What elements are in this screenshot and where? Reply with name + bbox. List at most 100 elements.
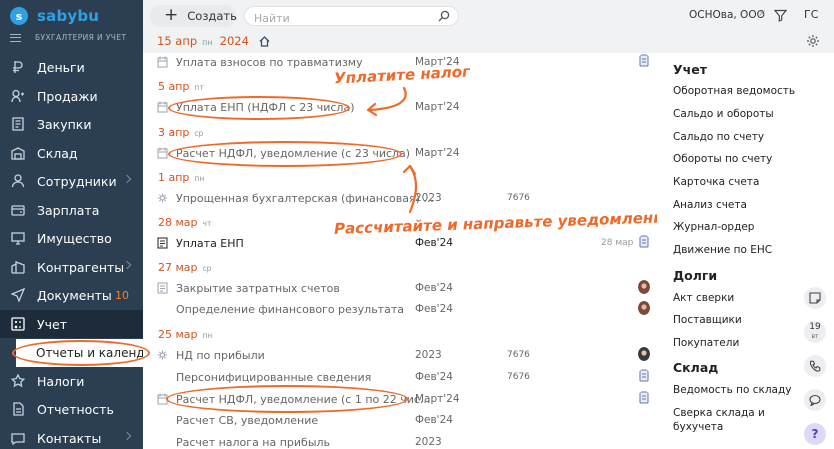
date-group-header: 28 мар чт [158,216,212,229]
create-button[interactable]: + Создать [150,4,237,27]
sidebar-item-taxes[interactable]: Налоги [0,367,143,395]
employees-icon [11,174,25,188]
list-item[interactable]: Закрытие затратных счетов Фев'24 [143,279,657,297]
current-weekday: пн [202,38,213,47]
chevron-right-icon[interactable] [122,431,132,441]
annotation-arrows [366,86,418,214]
chat-button[interactable] [804,389,826,411]
highlight-ring [12,340,150,366]
document-icon [157,282,168,294]
highlight-ring [168,96,350,120]
notes-button[interactable] [804,287,826,309]
list-item[interactable]: Персонифицированные сведения Фев'24 7676 [143,368,657,386]
contacts-icon [11,431,25,445]
list-item[interactable]: Определение финансового результата Фев'2… [143,300,657,318]
accounting-section-title: Учет [673,62,707,77]
report-gear-icon [158,350,167,360]
user-initials[interactable]: ГС [804,8,818,21]
sidebar-item-warehouse[interactable]: Склад [0,139,143,167]
sidebar-item-sales[interactable]: Продажи [0,82,143,110]
date-group-header: 27 мар ср [158,261,212,274]
documents-count-badge: 10 [115,288,129,302]
sidebar-item-accounting[interactable]: Учет [0,310,143,338]
document-status-icon [639,391,649,404]
taxes-icon [11,374,25,388]
link-balance-turnover[interactable]: Сальдо и обороты [673,107,774,121]
link-account-balance[interactable]: Сальдо по счету [673,130,764,144]
menu-icon[interactable] [10,33,21,42]
sidebar-item-reporting[interactable]: Отчетность [0,395,143,423]
link-customers[interactable]: Покупатели [673,336,739,350]
link-suppliers[interactable]: Поставщики [673,313,742,327]
sidebar: s sabybu БУХГАЛТЕРИЯ И УЧЕТ Деньги Прода… [0,0,143,449]
plus-icon: + [164,4,179,25]
search-input[interactable] [254,9,434,28]
contractors-icon [11,260,25,274]
list-item[interactable]: НД по прибыли 2023 7676 [143,346,657,364]
chat-icon [809,394,821,406]
completed-date: 28 мар [601,238,634,248]
sidebar-item-contacts[interactable]: Контакты [0,424,143,449]
link-account-turnover[interactable]: Обороты по счету [673,152,772,166]
debts-section-title: Долги [673,268,718,283]
home-icon[interactable] [259,35,270,47]
avatar[interactable] [638,347,650,361]
sales-icon [11,89,25,103]
settings-gear-icon[interactable] [806,34,820,48]
sidebar-item-employees[interactable]: Сотрудники [0,167,143,195]
section-header[interactable]: БУХГАЛТЕРИЯ И УЧЕТ [10,33,126,42]
current-date-header: 15 апр пн 2024 [157,34,270,48]
sidebar-item-contractors[interactable]: Контрагенты [0,253,143,281]
document-status-icon [639,235,649,248]
sidebar-item-money[interactable]: Деньги [0,53,143,81]
search-icon[interactable] [438,10,450,22]
phone-icon [809,360,821,372]
logo-icon: s [10,7,28,25]
document-status-icon [639,54,649,67]
link-stock-statement[interactable]: Ведомость по складу [673,383,791,397]
property-icon [11,231,25,245]
sidebar-item-purchases[interactable]: Закупки [0,110,143,138]
money-icon [11,60,25,74]
sidebar-item-salary[interactable]: Зарплата [0,196,143,224]
link-ens-movement[interactable]: Движение по ЕНС [673,243,772,257]
list-item[interactable]: Уплата ЕНП Фев'24 28 мар [143,234,657,252]
link-reconciliation-act[interactable]: Акт сверки [673,291,734,305]
payment-document-icon [157,56,168,68]
list-item[interactable]: Расчет СВ, уведомление Фев'24 [143,411,657,429]
sidebar-item-property[interactable]: Имущество [0,224,143,252]
payment-document-icon [157,237,168,249]
link-account-card[interactable]: Карточка счета [673,175,759,189]
right-panel: Учет Оборотная ведомость Сальдо и оборот… [657,53,834,449]
help-icon: ? [811,427,819,441]
phone-button[interactable] [804,355,826,377]
link-journal-order[interactable]: Журнал-ордер [673,220,754,234]
help-button[interactable]: ? [804,423,826,445]
link-stock-reconciliation[interactable]: Сверка склада и бухучета [673,406,783,434]
calendar-button[interactable]: 19 вт [804,321,826,343]
chevron-right-icon[interactable] [122,174,132,184]
current-day: 15 апр [157,34,198,48]
payment-document-icon [157,147,168,159]
stock-section-title: Склад [673,360,719,375]
calendar-weekday: вт [811,333,819,340]
avatar[interactable] [638,301,650,315]
accounting-icon [11,317,25,331]
date-group-header: 25 мар пн [158,328,213,341]
purchases-icon [11,117,25,131]
current-year[interactable]: 2024 [220,34,249,48]
clear-organization-icon[interactable]: × [758,8,766,19]
organization-selector[interactable]: ОСНОва, ООО [689,9,765,21]
list-item[interactable]: Расчет налога на прибыль 2023 [143,433,657,449]
reporting-icon [11,402,25,416]
date-group-header: 1 апр пн [158,171,205,184]
search-box[interactable] [244,6,459,28]
documents-icon [11,288,25,302]
avatar[interactable] [638,280,650,294]
link-account-analysis[interactable]: Анализ счета [673,198,747,212]
logo[interactable]: s sabybu [10,7,99,25]
sidebar-item-documents[interactable]: Документы 10 [0,281,143,309]
link-turnover-sheet[interactable]: Оборотная ведомость [673,84,795,98]
date-group-header: 5 апр пт [158,80,204,93]
filter-icon[interactable] [774,9,787,22]
